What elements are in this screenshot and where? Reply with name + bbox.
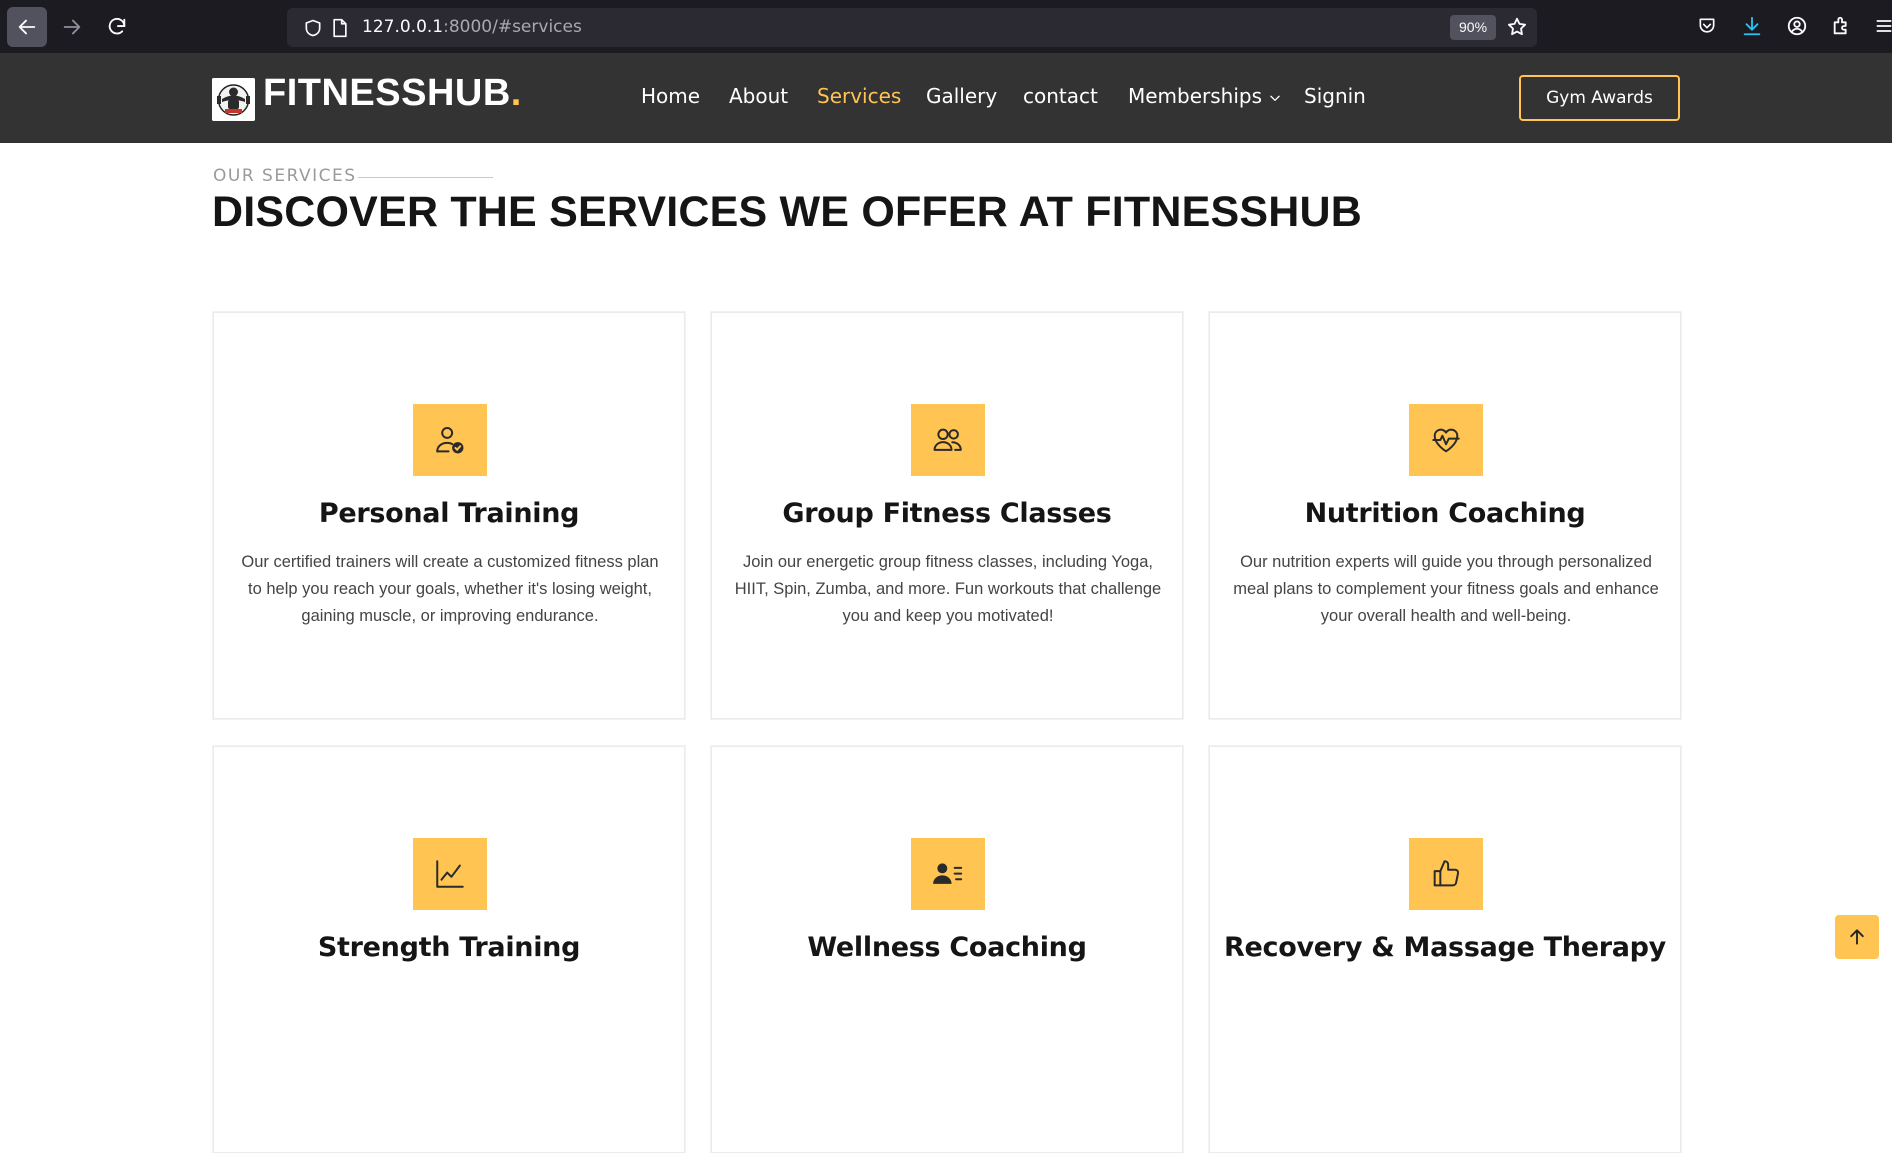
service-description: Our nutrition experts will guide you thr… xyxy=(1233,553,1659,625)
service-card[interactable]: Group Fitness Classes Join our energetic… xyxy=(711,312,1183,719)
pocket-icon[interactable] xyxy=(1695,14,1719,38)
gym-awards-button[interactable]: Gym Awards xyxy=(1519,75,1680,121)
page-info-icon[interactable] xyxy=(331,18,349,43)
download-icon[interactable] xyxy=(1740,14,1764,38)
section-subtitle-line xyxy=(358,177,493,178)
heart-pulse-icon xyxy=(1409,404,1483,476)
service-card[interactable]: Nutrition Coaching Our nutrition experts… xyxy=(1209,312,1681,719)
menu-icon[interactable] xyxy=(1872,14,1892,38)
graph-up-icon xyxy=(413,838,487,910)
url-host: 127.0.0.1 xyxy=(362,17,444,37)
reload-button[interactable] xyxy=(97,7,137,47)
nav-memberships-label: Memberships xyxy=(1128,84,1263,108)
zoom-badge[interactable]: 90% xyxy=(1450,15,1497,40)
arrow-up-icon xyxy=(1850,929,1864,945)
url-path: :8000/#services xyxy=(443,17,582,37)
logo-image[interactable] xyxy=(212,78,255,121)
logo-wordmark: FITNESSHUB xyxy=(263,72,511,114)
nav-memberships[interactable]: Memberships xyxy=(1128,84,1282,110)
account-icon[interactable] xyxy=(1785,14,1809,38)
people-icon xyxy=(911,404,985,476)
url-text[interactable]: 127.0.0.1:8000/#services xyxy=(362,17,582,37)
logo-dot: . xyxy=(510,72,522,114)
service-title: Personal Training xyxy=(318,498,580,529)
nav-gallery[interactable]: Gallery xyxy=(926,84,997,108)
nav-services[interactable]: Services xyxy=(817,84,901,108)
nav-home[interactable]: Home xyxy=(641,84,700,108)
hand-thumbs-up-icon xyxy=(1409,838,1483,910)
service-title: Wellness Coaching xyxy=(807,932,1087,963)
site-header: FITNESSHUB. Home About Services Gallery … xyxy=(0,53,1892,143)
service-card[interactable]: Recovery & Massage Therapy xyxy=(1209,746,1681,1153)
service-title: Group Fitness Classes xyxy=(782,498,1112,529)
address-bar[interactable]: 127.0.0.1:8000/#services 90% xyxy=(287,8,1537,47)
person-check-icon xyxy=(413,404,487,476)
service-card[interactable]: Wellness Coaching xyxy=(711,746,1183,1153)
section-subtitle: OUR SERVICES xyxy=(213,166,357,186)
forward-button[interactable] xyxy=(52,7,92,47)
shield-icon[interactable] xyxy=(303,18,323,43)
extensions-icon[interactable] xyxy=(1830,14,1854,38)
nav-signin[interactable]: Signin xyxy=(1304,84,1366,108)
reload-icon xyxy=(108,17,126,35)
service-card[interactable]: Strength Training xyxy=(213,746,685,1153)
service-title: Strength Training xyxy=(317,932,581,963)
service-description: Join our energetic group fitness classes… xyxy=(734,553,1162,625)
star-icon[interactable] xyxy=(1506,16,1528,43)
arrow-right-icon xyxy=(63,19,81,35)
chevron-down-icon xyxy=(1268,86,1282,110)
section-title: DISCOVER THE SERVICES WE OFFER AT FITNES… xyxy=(212,188,1363,236)
service-title: Nutrition Coaching xyxy=(1304,498,1586,529)
person-lines-icon xyxy=(911,838,985,910)
nav-contact[interactable]: contact xyxy=(1023,84,1098,108)
service-description: Our certified trainers will create a cus… xyxy=(241,553,659,625)
service-card[interactable]: Personal Training Our certified trainers… xyxy=(213,312,685,719)
service-title: Recovery & Massage Therapy xyxy=(1224,932,1666,963)
browser-toolbar: 127.0.0.1:8000/#services 90% xyxy=(0,0,1892,53)
back-to-top-button[interactable] xyxy=(1835,915,1879,959)
back-button[interactable] xyxy=(7,7,47,47)
nav-about[interactable]: About xyxy=(729,84,788,108)
logo-text[interactable]: FITNESSHUB. xyxy=(263,72,522,115)
arrow-left-icon xyxy=(18,19,36,35)
